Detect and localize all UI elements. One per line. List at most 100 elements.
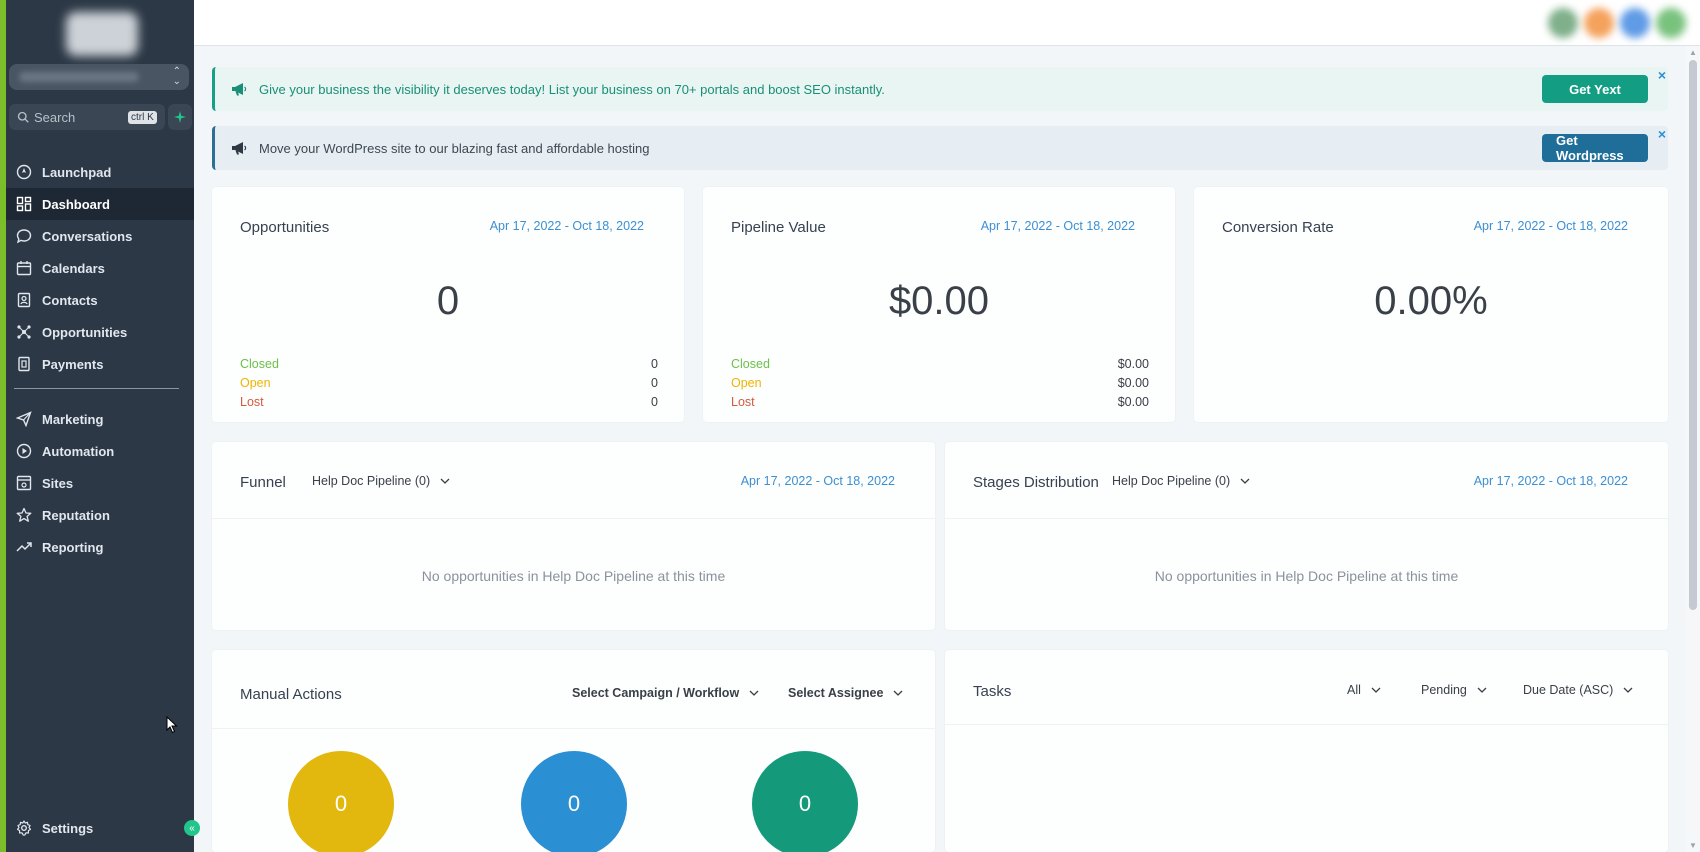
card-divider — [945, 724, 1668, 725]
lost-label: Lost — [731, 395, 755, 409]
get-wordpress-button[interactable]: Get Wordpress — [1542, 133, 1648, 163]
select-label: Select Assignee — [788, 686, 884, 700]
sidebar-item-payments[interactable]: Payments — [6, 348, 194, 380]
tasks-status-filter[interactable]: Pending — [1421, 683, 1487, 697]
sidebar-item-launchpad[interactable]: Launchpad — [6, 156, 194, 188]
sparkle-icon — [174, 111, 186, 123]
opportunities-card: Opportunities Apr 17, 2022 - Oct 18, 202… — [212, 187, 684, 422]
chevron-down-icon — [1623, 687, 1633, 693]
chevron-down-icon — [1371, 687, 1381, 693]
conversion-rate-value: 0.00% — [1374, 279, 1488, 323]
tasks-assignee-filter[interactable]: All — [1347, 683, 1381, 697]
sidebar-item-label: Launchpad — [42, 164, 112, 180]
sidebar-nav-primary: Launchpad Dashboard Conversations Calend… — [6, 156, 194, 380]
lost-value: $0.00 — [1117, 395, 1149, 409]
closed-value: 0 — [651, 357, 658, 371]
closed-label: Closed — [731, 357, 770, 371]
sidebar-item-contacts[interactable]: Contacts — [6, 284, 194, 316]
close-icon[interactable]: × — [1658, 67, 1666, 83]
card-title: Funnel — [240, 474, 286, 491]
sidebar-item-calendars[interactable]: Calendars — [6, 252, 194, 284]
quick-add-button[interactable] — [168, 104, 192, 130]
page-scrollbar[interactable]: ▲ ▼ — [1686, 46, 1700, 852]
sidebar-item-settings[interactable]: Settings — [6, 812, 194, 844]
stages-empty-message: No opportunities in Help Doc Pipeline at… — [1154, 568, 1459, 584]
stages-distribution-card: Stages Distribution Help Doc Pipeline (0… — [945, 442, 1668, 630]
open-label: Open — [240, 376, 271, 390]
closed-label: Closed — [240, 357, 279, 371]
lost-row: Lost $0.00 — [731, 395, 1149, 414]
sidebar-item-label: Payments — [42, 356, 104, 372]
sidebar-item-label: Sites — [42, 475, 74, 491]
date-range-link[interactable]: Apr 17, 2022 - Oct 18, 2022 — [490, 219, 644, 233]
topbar-avatar-3[interactable] — [1620, 8, 1650, 38]
sidebar-item-label: Marketing — [42, 411, 104, 427]
dashboard-icon — [16, 196, 32, 212]
contacts-icon — [17, 292, 31, 308]
open-row: Open 0 — [240, 376, 658, 395]
pipeline-breakdown: Closed $0.00 Open $0.00 Lost $0.00 — [731, 357, 1149, 414]
scroll-up-icon[interactable]: ▲ — [1689, 48, 1697, 57]
sidebar-item-dashboard[interactable]: Dashboard — [6, 188, 194, 220]
yext-banner-text: Give your business the visibility it des… — [259, 81, 885, 97]
gear-icon — [16, 820, 32, 836]
sidebar: ⌃⌄ ctrl K Launchpad Dashboard Conversati… — [0, 0, 194, 852]
funnel-pipeline-select[interactable]: Help Doc Pipeline (0) — [312, 474, 450, 488]
chevron-down-icon — [440, 478, 450, 484]
search-box[interactable]: ctrl K — [9, 104, 165, 130]
company-logo — [66, 12, 138, 56]
search-icon — [17, 111, 29, 123]
payments-icon — [18, 356, 30, 372]
account-switcher[interactable]: ⌃ ⌄ — [9, 64, 189, 90]
card-title: Manual Actions — [240, 686, 342, 703]
date-range-link[interactable]: Apr 17, 2022 - Oct 18, 2022 — [1474, 219, 1628, 233]
sidebar-nav-secondary: Marketing Automation Sites Reputation Re… — [6, 403, 194, 563]
open-label: Open — [731, 376, 762, 390]
closed-value: $0.00 — [1117, 357, 1149, 371]
sidebar-item-conversations[interactable]: Conversations — [6, 220, 194, 252]
opportunities-breakdown: Closed 0 Open 0 Lost 0 — [240, 357, 658, 414]
topbar-avatar-1[interactable] — [1548, 8, 1578, 38]
close-icon[interactable]: × — [1658, 126, 1666, 142]
megaphone-icon — [232, 83, 247, 96]
date-range-link[interactable]: Apr 17, 2022 - Oct 18, 2022 — [981, 219, 1135, 233]
sidebar-item-marketing[interactable]: Marketing — [6, 403, 194, 435]
conversion-rate-card: Conversion Rate Apr 17, 2022 - Oct 18, 2… — [1194, 187, 1668, 422]
campaign-workflow-select[interactable]: Select Campaign / Workflow — [572, 686, 759, 700]
sidebar-item-opportunities[interactable]: Opportunities — [6, 316, 194, 348]
app-root: ⌃⌄ ctrl K Launchpad Dashboard Conversati… — [0, 0, 1700, 852]
collapse-sidebar-button[interactable]: « — [184, 820, 200, 836]
stages-pipeline-select[interactable]: Help Doc Pipeline (0) — [1112, 474, 1250, 488]
topbar-avatar-4[interactable] — [1656, 8, 1686, 38]
sidebar-item-reputation[interactable]: Reputation — [6, 499, 194, 531]
account-name-blurred — [19, 72, 139, 82]
call-actions-circle[interactable]: 0 — [752, 751, 858, 852]
search-input[interactable] — [34, 109, 126, 125]
chevron-left-icon: « — [189, 822, 195, 834]
date-range-link[interactable]: Apr 17, 2022 - Oct 18, 2022 — [1474, 474, 1628, 488]
megaphone-icon — [232, 142, 247, 155]
sidebar-settings: Settings — [6, 812, 194, 844]
open-value: $0.00 — [1117, 376, 1149, 390]
open-row: Open $0.00 — [731, 376, 1149, 395]
sms-actions-circle[interactable]: 0 — [521, 751, 627, 852]
card-title: Stages Distribution — [973, 474, 1099, 491]
card-title: Conversion Rate — [1222, 219, 1334, 236]
sidebar-item-automation[interactable]: Automation — [6, 435, 194, 467]
select-label: Help Doc Pipeline (0) — [1112, 474, 1231, 488]
scrollbar-thumb[interactable] — [1689, 60, 1697, 610]
sidebar-item-reporting[interactable]: Reporting — [6, 531, 194, 563]
scroll-down-icon[interactable]: ▼ — [1689, 841, 1697, 850]
tasks-sort-select[interactable]: Due Date (ASC) — [1523, 683, 1633, 697]
pending-actions-circle[interactable]: 0 — [288, 751, 394, 852]
topbar-avatar-2[interactable] — [1584, 8, 1614, 38]
assignee-select[interactable]: Select Assignee — [788, 686, 903, 700]
opportunities-total: 0 — [436, 279, 460, 323]
closed-row: Closed 0 — [240, 357, 658, 376]
get-yext-button[interactable]: Get Yext — [1542, 75, 1648, 103]
send-icon — [16, 411, 32, 427]
sidebar-item-sites[interactable]: Sites — [6, 467, 194, 499]
card-title: Tasks — [973, 683, 1012, 700]
wordpress-banner: Move your WordPress site to our blazing … — [212, 126, 1668, 170]
date-range-link[interactable]: Apr 17, 2022 - Oct 18, 2022 — [741, 474, 895, 488]
